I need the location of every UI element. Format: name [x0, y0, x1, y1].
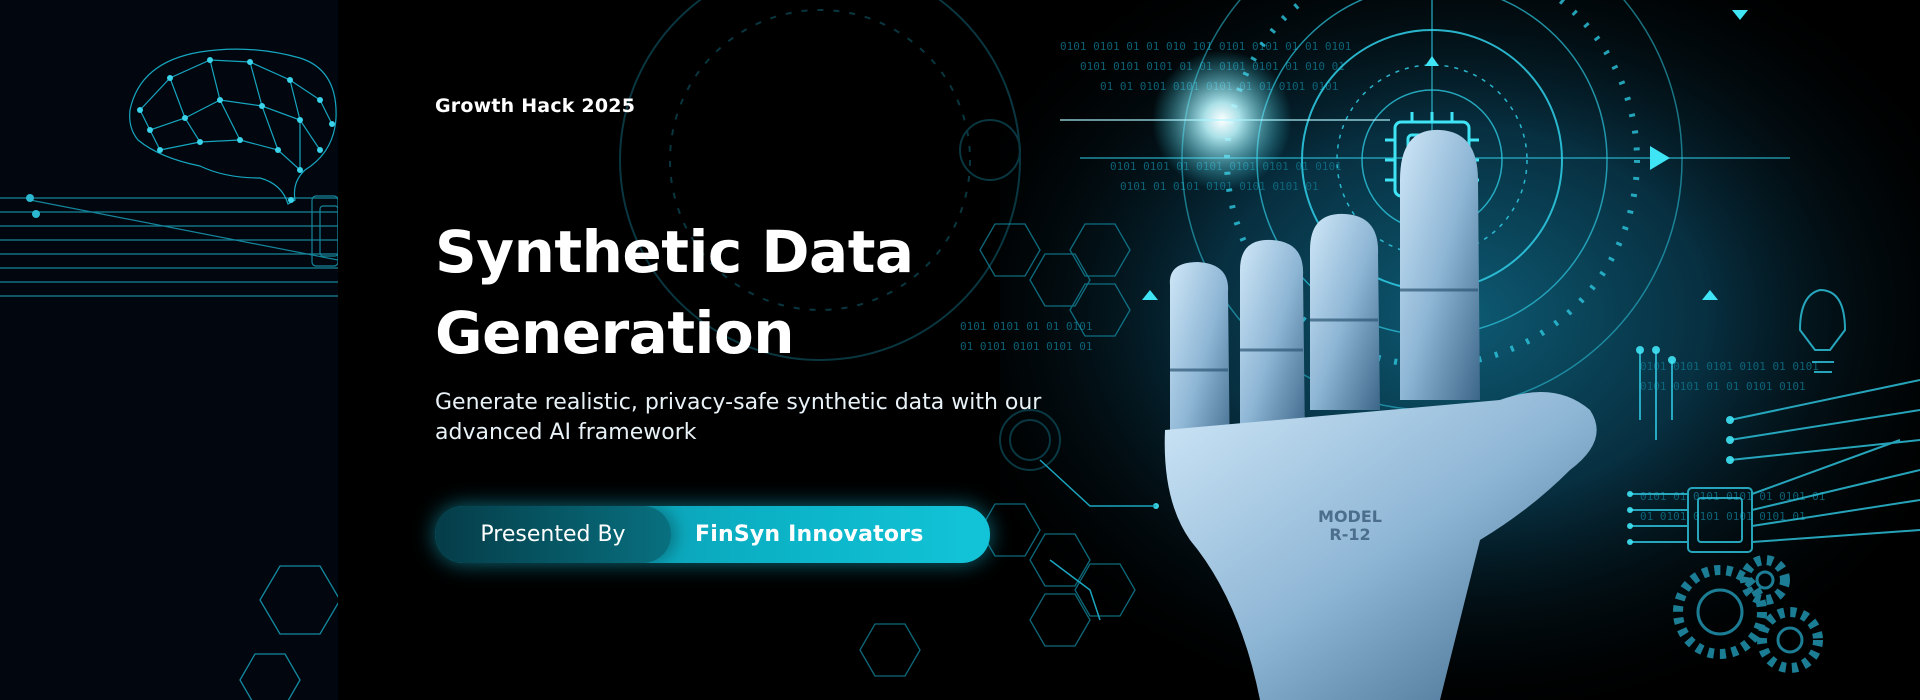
hand-marking-line1: MODEL	[1318, 507, 1382, 526]
svg-text:0101 0101 01 01 010 101 0101 0: 0101 0101 01 01 010 101 0101 0101 01 01 …	[1060, 40, 1351, 53]
presenter-label: Presented By	[435, 506, 671, 563]
presenter-name: FinSyn Innovators	[695, 522, 924, 547]
hand-marking-line2: R-12	[1329, 525, 1370, 544]
subtitle: Generate realistic, privacy-safe synthet…	[435, 390, 1042, 445]
svg-text:0101 0101 0101 0101 01 0101: 0101 0101 0101 0101 01 0101	[1640, 360, 1819, 373]
event-tag: Growth Hack 2025	[435, 95, 636, 117]
page-title: Synthetic Data Generation	[435, 212, 914, 374]
hero-banner: 0101 0101 01 01 010 101 0101 0101 01 01 …	[0, 0, 1920, 700]
svg-text:0101 01 0101 0101 01 0101 01: 0101 01 0101 0101 01 0101 01	[1640, 490, 1825, 503]
hero-content: Growth Hack 2025 Synthetic Data Generati…	[435, 0, 1055, 700]
presenter-pill: Presented By FinSyn Innovators	[435, 506, 990, 563]
title-line-2: Generation	[435, 299, 795, 367]
svg-text:0101 0101 01 01 0101 0101: 0101 0101 01 01 0101 0101	[1640, 380, 1806, 393]
title-line-1: Synthetic Data	[435, 218, 914, 286]
